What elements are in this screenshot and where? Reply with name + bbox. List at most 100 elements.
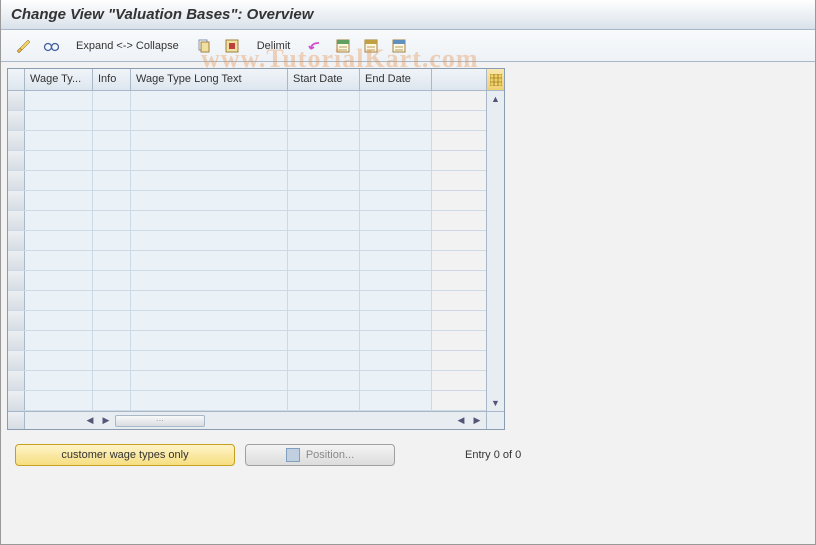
row-selector[interactable]: [8, 91, 25, 110]
table-settings-button[interactable]: [487, 69, 504, 91]
scroll-thumb[interactable]: ···: [115, 415, 205, 427]
vertical-scrollbar[interactable]: ▲ ▼: [487, 91, 504, 411]
cell-end-date[interactable]: [360, 171, 432, 190]
copy-button[interactable]: [192, 35, 216, 57]
scroll-down-icon[interactable]: ▼: [487, 395, 504, 411]
cell-info[interactable]: [93, 131, 131, 150]
cell-end-date[interactable]: [360, 111, 432, 130]
scroll-left-icon[interactable]: ◀: [83, 414, 97, 428]
cell-wage-type[interactable]: [25, 251, 93, 270]
cell-wage-type[interactable]: [25, 191, 93, 210]
cell-info[interactable]: [93, 271, 131, 290]
cell-end-date[interactable]: [360, 131, 432, 150]
cell-wage-type[interactable]: [25, 211, 93, 230]
cell-end-date[interactable]: [360, 191, 432, 210]
cell-wage-type[interactable]: [25, 391, 93, 410]
row-selector[interactable]: [8, 151, 25, 170]
cell-end-date[interactable]: [360, 151, 432, 170]
cell-info[interactable]: [93, 111, 131, 130]
scroll-right-icon[interactable]: ▶: [99, 414, 113, 428]
cell-long-text[interactable]: [131, 151, 288, 170]
cell-long-text[interactable]: [131, 391, 288, 410]
cell-wage-type[interactable]: [25, 151, 93, 170]
cell-end-date[interactable]: [360, 251, 432, 270]
cell-long-text[interactable]: [131, 111, 288, 130]
cell-start-date[interactable]: [288, 111, 360, 130]
cell-end-date[interactable]: [360, 291, 432, 310]
row-selector[interactable]: [8, 111, 25, 130]
cell-start-date[interactable]: [288, 291, 360, 310]
cell-wage-type[interactable]: [25, 111, 93, 130]
cell-wage-type[interactable]: [25, 351, 93, 370]
row-selector[interactable]: [8, 171, 25, 190]
row-selector[interactable]: [8, 311, 25, 330]
row-selector[interactable]: [8, 351, 25, 370]
col-header-start-date[interactable]: Start Date: [288, 69, 360, 90]
cell-long-text[interactable]: [131, 191, 288, 210]
cell-end-date[interactable]: [360, 311, 432, 330]
cell-wage-type[interactable]: [25, 131, 93, 150]
cell-info[interactable]: [93, 211, 131, 230]
cell-wage-type[interactable]: [25, 271, 93, 290]
print-button[interactable]: [387, 35, 411, 57]
row-selector[interactable]: [8, 211, 25, 230]
cell-start-date[interactable]: [288, 331, 360, 350]
cell-info[interactable]: [93, 371, 131, 390]
scroll-right-end-icon[interactable]: ▶: [470, 414, 484, 428]
cell-wage-type[interactable]: [25, 171, 93, 190]
select-block-button[interactable]: [331, 35, 355, 57]
cell-wage-type[interactable]: [25, 231, 93, 250]
scroll-up-icon[interactable]: ▲: [487, 91, 504, 107]
cell-start-date[interactable]: [288, 371, 360, 390]
cell-start-date[interactable]: [288, 131, 360, 150]
row-selector[interactable]: [8, 371, 25, 390]
cell-wage-type[interactable]: [25, 331, 93, 350]
cell-start-date[interactable]: [288, 311, 360, 330]
cell-long-text[interactable]: [131, 131, 288, 150]
cell-long-text[interactable]: [131, 271, 288, 290]
row-selector[interactable]: [8, 231, 25, 250]
cell-info[interactable]: [93, 291, 131, 310]
cell-end-date[interactable]: [360, 271, 432, 290]
cell-long-text[interactable]: [131, 171, 288, 190]
cell-info[interactable]: [93, 151, 131, 170]
delimit-button[interactable]: Delimit: [248, 35, 300, 57]
change-button[interactable]: [11, 35, 35, 57]
expand-collapse-button[interactable]: Expand <-> Collapse: [67, 35, 188, 57]
col-header-end-date[interactable]: End Date: [360, 69, 432, 90]
cell-long-text[interactable]: [131, 211, 288, 230]
row-selector[interactable]: [8, 271, 25, 290]
cell-end-date[interactable]: [360, 231, 432, 250]
cell-start-date[interactable]: [288, 231, 360, 250]
cell-end-date[interactable]: [360, 371, 432, 390]
col-header-info[interactable]: Info: [93, 69, 131, 90]
cell-info[interactable]: [93, 311, 131, 330]
cell-long-text[interactable]: [131, 371, 288, 390]
select-all-button[interactable]: [220, 35, 244, 57]
cell-wage-type[interactable]: [25, 371, 93, 390]
cell-info[interactable]: [93, 251, 131, 270]
cell-start-date[interactable]: [288, 251, 360, 270]
cell-long-text[interactable]: [131, 351, 288, 370]
cell-end-date[interactable]: [360, 391, 432, 410]
customer-wage-types-button[interactable]: customer wage types only: [15, 444, 235, 466]
cell-end-date[interactable]: [360, 351, 432, 370]
cell-wage-type[interactable]: [25, 291, 93, 310]
display-button[interactable]: [39, 35, 63, 57]
deselect-button[interactable]: [359, 35, 383, 57]
cell-long-text[interactable]: [131, 291, 288, 310]
cell-start-date[interactable]: [288, 191, 360, 210]
cell-start-date[interactable]: [288, 391, 360, 410]
cell-start-date[interactable]: [288, 151, 360, 170]
row-selector[interactable]: [8, 291, 25, 310]
row-selector[interactable]: [8, 331, 25, 350]
cell-start-date[interactable]: [288, 271, 360, 290]
row-selector[interactable]: [8, 391, 25, 410]
cell-end-date[interactable]: [360, 331, 432, 350]
cell-end-date[interactable]: [360, 91, 432, 110]
row-selector[interactable]: [8, 131, 25, 150]
cell-info[interactable]: [93, 231, 131, 250]
cell-long-text[interactable]: [131, 251, 288, 270]
col-header-long-text[interactable]: Wage Type Long Text: [131, 69, 288, 90]
position-button[interactable]: Position...: [245, 444, 395, 466]
